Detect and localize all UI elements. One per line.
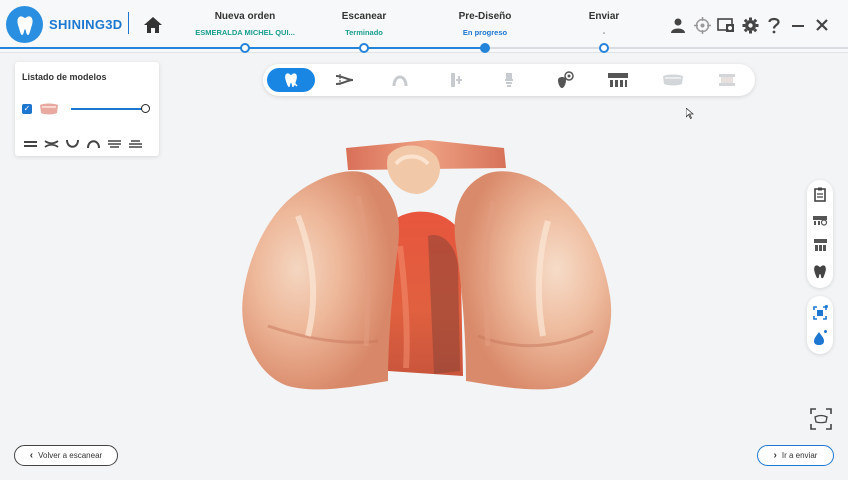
brand-name: SHINING3D (49, 17, 123, 32)
scan-match-icon[interactable] (810, 210, 830, 230)
back-button-label: Volver a escanear (38, 451, 103, 460)
window-controls (666, 14, 834, 36)
tooth-icon[interactable] (810, 261, 830, 281)
step-new-order[interactable]: Nueva orden ESMERALDA MICHEL QUI... (195, 11, 295, 37)
top-bar: SHINING3D Nueva orden ESMERALDA MICHEL Q… (0, 0, 848, 53)
screen-record-icon[interactable] (714, 14, 738, 36)
grid-model-icon[interactable] (810, 235, 830, 255)
tooth-adjust-icon[interactable] (444, 68, 468, 92)
header-divider (128, 12, 129, 34)
abutment-icon[interactable] (497, 68, 521, 92)
arch-icon[interactable] (86, 136, 101, 149)
model-shape-row (23, 136, 143, 149)
ai-fill-icon[interactable] (810, 303, 830, 323)
back-to-scan-button[interactable]: ‹ Volver a escanear (14, 445, 118, 466)
design-toolbar (263, 64, 755, 96)
step-send[interactable]: Enviar - (589, 11, 620, 37)
chevron-left-icon: ‹ (29, 450, 34, 461)
model-list-panel: Listado de modelos ✓ (15, 62, 159, 156)
fit-view-icon[interactable] (810, 408, 832, 430)
help-icon[interactable] (762, 14, 786, 36)
panel-title: Listado de modelos (22, 72, 107, 82)
step-title: Enviar (588, 11, 620, 22)
opacity-slider-handle[interactable] (141, 104, 150, 113)
step-pre-design[interactable]: Pre-Diseño En progreso (459, 11, 512, 37)
step-title: Escanear (341, 11, 387, 22)
tooth-logo-icon (6, 6, 43, 43)
user-icon[interactable] (666, 14, 690, 36)
step-status: En progreso (462, 28, 508, 37)
opacity-slider[interactable] (71, 108, 146, 110)
tooth-select-icon[interactable] (267, 68, 315, 92)
model-base-icon[interactable] (606, 68, 630, 92)
model-visibility-checkbox[interactable]: ✓ (22, 104, 32, 114)
brand-logo: SHINING3D (6, 6, 123, 43)
chevron-right-icon: › (773, 450, 777, 461)
arch-icon[interactable] (388, 68, 412, 92)
color-drop-icon[interactable] (810, 328, 830, 348)
step-node (599, 43, 609, 53)
right-toolbar-primary (807, 180, 833, 288)
settings-icon[interactable] (738, 14, 762, 36)
upper-jaw-icon[interactable] (23, 136, 38, 147)
model-thumbnail (39, 102, 59, 115)
denture-icon[interactable] (661, 68, 685, 92)
step-scan[interactable]: Escanear Terminado (342, 11, 386, 37)
inspect-icon[interactable] (553, 68, 577, 92)
step-title: Nueva orden (214, 11, 276, 22)
trim-icon[interactable] (333, 68, 357, 92)
articulator-icon[interactable] (715, 68, 739, 92)
home-icon[interactable] (142, 14, 164, 36)
step-status: - (602, 28, 606, 37)
minimize-icon[interactable] (786, 14, 810, 36)
step-status: Terminado (345, 28, 383, 37)
go-to-send-button[interactable]: › Ir a enviar (757, 445, 834, 466)
dental-scan-model[interactable] (238, 136, 616, 398)
target-icon[interactable] (690, 14, 714, 36)
lower-shell-icon[interactable] (128, 136, 143, 148)
next-button-label: Ir a enviar (781, 451, 818, 460)
step-node-current (480, 43, 490, 53)
clipboard-icon[interactable] (810, 184, 830, 204)
step-title: Pre-Diseño (458, 11, 512, 22)
step-status: ESMERALDA MICHEL QUI... (195, 28, 295, 37)
right-toolbar-secondary (807, 296, 833, 354)
step-node (359, 43, 369, 53)
upper-shell-icon[interactable] (107, 136, 122, 148)
close-icon[interactable] (810, 14, 834, 36)
bite-icon[interactable] (44, 136, 59, 148)
mouse-cursor-icon (685, 106, 695, 120)
step-node (240, 43, 250, 53)
lower-arch-icon[interactable] (65, 136, 80, 148)
